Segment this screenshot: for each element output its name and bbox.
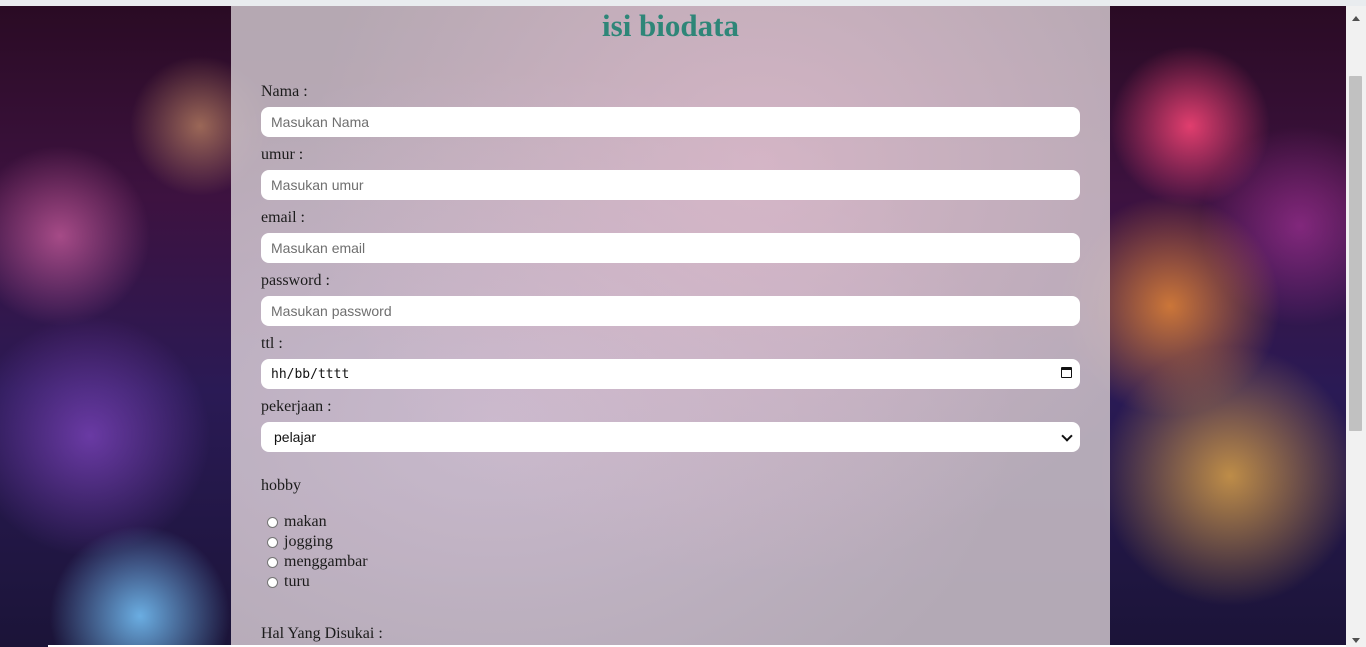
umur-placeholder: Masukan umur bbox=[271, 177, 364, 193]
radio-button[interactable] bbox=[267, 516, 278, 528]
ttl-date-input[interactable]: hh/bb/tttt bbox=[261, 359, 1080, 389]
vertical-scrollbar[interactable] bbox=[1346, 6, 1366, 647]
email-placeholder: Masukan email bbox=[271, 240, 366, 256]
hobby-option-jogging[interactable]: jogging bbox=[267, 532, 333, 552]
password-input[interactable]: Masukan password bbox=[261, 296, 1080, 326]
pekerjaan-select[interactable]: pelajar bbox=[261, 422, 1080, 452]
nama-placeholder: Masukan Nama bbox=[271, 114, 370, 130]
hobby-option-label: makan bbox=[284, 513, 327, 530]
pekerjaan-selected-value: pelajar bbox=[274, 429, 317, 445]
scroll-up-arrow-icon[interactable] bbox=[1352, 16, 1360, 21]
calendar-icon[interactable] bbox=[1061, 367, 1072, 378]
hobby-option-label: turu bbox=[284, 573, 310, 590]
nama-input[interactable]: Masukan Nama bbox=[261, 107, 1080, 137]
ttl-date-value: hh/bb/tttt bbox=[271, 366, 350, 382]
hobby-option-menggambar[interactable]: menggambar bbox=[267, 552, 368, 572]
umur-input[interactable]: Masukan umur bbox=[261, 170, 1080, 200]
page-title: isi biodata bbox=[602, 8, 739, 43]
hal-disukai-label: Hal Yang Disukai : bbox=[261, 625, 383, 642]
radio-button[interactable] bbox=[267, 556, 278, 568]
email-label: email : bbox=[261, 209, 305, 226]
nama-label: Nama : bbox=[261, 83, 308, 100]
email-input[interactable]: Masukan email bbox=[261, 233, 1080, 263]
scrollbar-thumb[interactable] bbox=[1349, 76, 1362, 431]
hobby-option-makan[interactable]: makan bbox=[267, 512, 327, 532]
password-placeholder: Masukan password bbox=[271, 303, 392, 319]
form-panel: isi biodata Nama : Masukan Nama umur : M… bbox=[231, 6, 1110, 647]
hobby-label: hobby bbox=[261, 477, 301, 494]
hobby-option-turu[interactable]: turu bbox=[267, 572, 310, 592]
umur-label: umur : bbox=[261, 146, 304, 163]
radio-button[interactable] bbox=[267, 536, 278, 548]
password-label: password : bbox=[261, 272, 330, 289]
pekerjaan-label: pekerjaan : bbox=[261, 398, 332, 415]
chevron-down-icon bbox=[1061, 430, 1073, 442]
scroll-down-arrow-icon[interactable] bbox=[1352, 638, 1360, 643]
radio-button[interactable] bbox=[267, 576, 278, 588]
ttl-label: ttl : bbox=[261, 335, 283, 352]
hobby-option-label: jogging bbox=[284, 533, 333, 550]
hobby-option-label: menggambar bbox=[284, 553, 368, 570]
